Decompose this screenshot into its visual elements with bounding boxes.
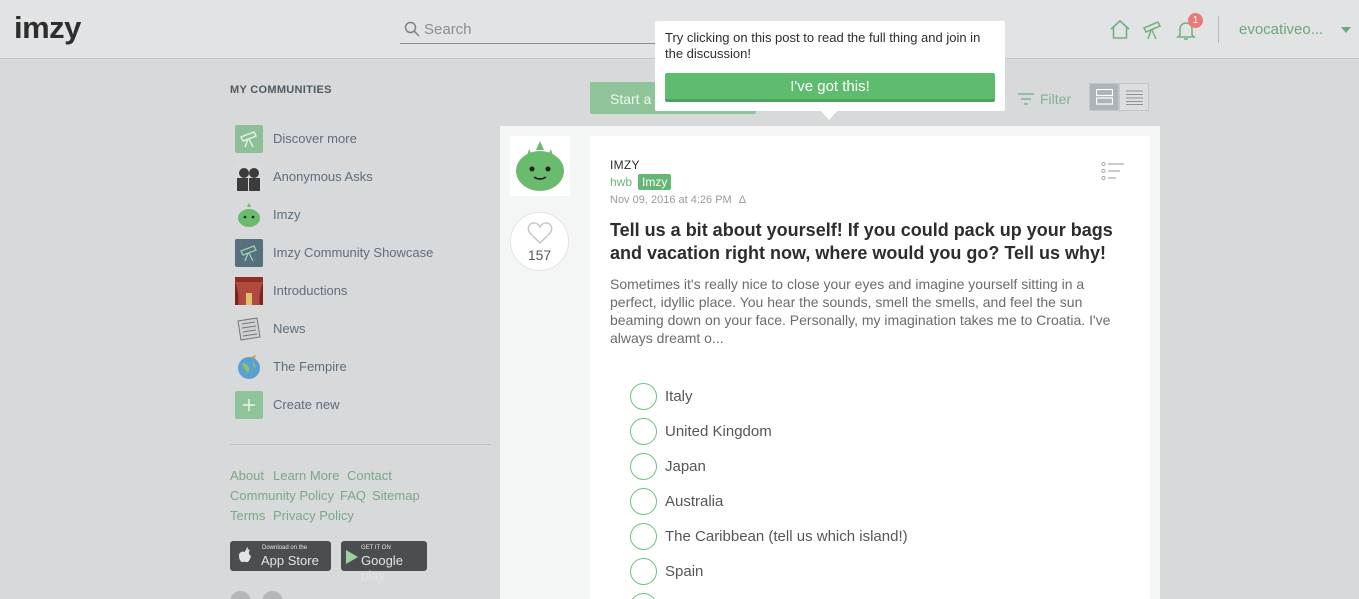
tooltip-text: Try clicking on this post to read the fu… xyxy=(665,30,981,61)
telescope-icon[interactable] xyxy=(1141,18,1165,42)
poll-option-partial[interactable] xyxy=(630,593,1030,599)
app-store-small-text: Download on the xyxy=(262,545,308,551)
privacy-policy-link[interactable]: Privacy Policy xyxy=(273,508,354,523)
filter-button[interactable]: Filter xyxy=(1017,89,1079,109)
play-store-icon xyxy=(346,550,358,564)
app-store-big-text: App Store xyxy=(261,553,319,568)
sidebar-item-introductions[interactable]: Introductions xyxy=(235,277,495,305)
card-view-toggle[interactable] xyxy=(1089,83,1119,111)
post-timestamp: Nov 09, 2016 at 4:26 PM Δ xyxy=(610,194,746,206)
sitemap-link[interactable]: Sitemap xyxy=(372,488,420,503)
search-input[interactable] xyxy=(424,18,654,40)
radio-button[interactable] xyxy=(630,558,657,585)
heart-icon xyxy=(527,222,553,244)
facebook-icon[interactable] xyxy=(230,591,251,599)
radio-button[interactable] xyxy=(630,593,657,599)
poll-option-label: Japan xyxy=(665,458,706,475)
anonymous-figures-icon xyxy=(235,163,263,191)
sidebar-item-news[interactable]: News xyxy=(235,315,495,343)
twitter-icon[interactable] xyxy=(262,591,283,599)
chevron-down-icon[interactable] xyxy=(1341,27,1351,33)
delta-icon: Δ xyxy=(738,194,747,206)
apple-icon xyxy=(239,547,251,563)
poll-option[interactable]: United Kingdom xyxy=(630,418,1030,446)
got-it-button[interactable]: I've got this! xyxy=(665,73,995,102)
sidebar-item-imzy-community-showcase[interactable]: Imzy Community Showcase xyxy=(235,239,495,267)
list-view-toggle[interactable] xyxy=(1119,83,1149,111)
header-divider xyxy=(1218,16,1219,43)
username-menu[interactable]: evocativeo... xyxy=(1239,21,1323,38)
plus-icon xyxy=(235,391,263,419)
imzy-mascot-icon xyxy=(516,141,564,191)
telescope-icon xyxy=(235,125,263,153)
sidebar-item-label: Create new xyxy=(273,397,340,412)
radio-button[interactable] xyxy=(630,383,657,410)
sidebar-item-label: Anonymous Asks xyxy=(273,169,373,184)
community-name[interactable]: IMZY xyxy=(610,158,640,172)
faq-link[interactable]: FAQ xyxy=(340,488,366,503)
my-communities-heading: MY COMMUNITIES xyxy=(230,84,332,96)
post-menu-icon[interactable] xyxy=(1101,161,1125,181)
imzy-logo[interactable]: imzy xyxy=(14,10,81,46)
list-view-icon xyxy=(1126,90,1143,105)
radio-button[interactable] xyxy=(630,418,657,445)
poll-option-label: Australia xyxy=(665,493,724,510)
poll-option[interactable]: Spain xyxy=(630,558,1030,586)
poll-option-label: United Kingdom xyxy=(665,423,772,440)
sidebar-item-label: Imzy xyxy=(273,207,301,222)
sidebar-item-label: Discover more xyxy=(273,131,357,146)
newspaper-icon xyxy=(235,315,263,343)
post-excerpt[interactable]: Sometimes it's really nice to close your… xyxy=(610,275,1130,347)
card-view-icon xyxy=(1096,89,1113,105)
community-avatar[interactable] xyxy=(510,136,570,196)
notification-badge: 1 xyxy=(1188,13,1203,28)
google-play-button[interactable]: GET IT ON Google play xyxy=(341,541,427,583)
community-tag-badge: Imzy xyxy=(638,174,672,190)
sidebar-item-the-fempire[interactable]: The Fempire xyxy=(235,353,495,381)
sidebar-item-label: The Fempire xyxy=(273,359,347,374)
radio-button[interactable] xyxy=(630,523,657,550)
radio-button[interactable] xyxy=(630,453,657,480)
learn-more-link[interactable]: Learn More xyxy=(273,468,339,483)
google-play-small-text: GET IT ON xyxy=(361,545,391,551)
globe-bird-icon xyxy=(235,353,263,381)
like-count: 157 xyxy=(527,247,552,263)
tooltip-arrow xyxy=(820,110,838,120)
sidebar-item-label: News xyxy=(273,321,306,336)
like-button[interactable]: 157 xyxy=(510,212,569,271)
poll-option-label: The Caribbean (tell us which island!) xyxy=(665,528,908,545)
author-name[interactable]: hwb xyxy=(610,175,632,189)
filter-label: Filter xyxy=(1040,91,1072,107)
post-title[interactable]: Tell us a bit about yourself! If you cou… xyxy=(610,219,1130,265)
terms-link[interactable]: Terms xyxy=(230,508,265,523)
sidebar-item-discover-more[interactable]: Discover more xyxy=(235,125,495,153)
about-link[interactable]: About xyxy=(230,468,264,483)
stage-curtain-icon xyxy=(235,277,263,305)
radio-button[interactable] xyxy=(630,488,657,515)
onboarding-tooltip: Try clicking on this post to read the fu… xyxy=(655,21,1005,111)
search-bar[interactable] xyxy=(400,14,662,44)
telescope-icon xyxy=(235,239,263,267)
poll-option[interactable]: Italy xyxy=(630,383,1030,411)
filter-icon xyxy=(1018,93,1034,105)
app-store-button[interactable]: Download on the App Store xyxy=(230,541,331,571)
contact-link[interactable]: Contact xyxy=(347,468,392,483)
poll-option[interactable]: Australia xyxy=(630,488,1030,516)
poll-option-label: Spain xyxy=(665,563,704,580)
sidebar-item-create-new[interactable]: Create new xyxy=(235,391,495,419)
community-policy-link[interactable]: Community Policy xyxy=(230,488,334,503)
poll-option[interactable]: The Caribbean (tell us which island!) xyxy=(630,523,1030,551)
sidebar-item-label: Imzy Community Showcase xyxy=(273,245,434,260)
poll-option[interactable]: Japan xyxy=(630,453,1030,481)
sidebar-item-label: Introductions xyxy=(273,283,348,298)
search-icon xyxy=(404,21,420,37)
imzy-mascot-icon xyxy=(235,201,263,229)
sidebar-item-imzy[interactable]: Imzy xyxy=(235,201,495,229)
sidebar-divider xyxy=(230,444,491,445)
google-play-big-text: Google play xyxy=(361,553,403,583)
sidebar-item-anonymous-asks[interactable]: Anonymous Asks xyxy=(235,163,495,191)
home-icon[interactable] xyxy=(1108,18,1132,42)
poll-option-label: Italy xyxy=(665,388,693,405)
timestamp-text: Nov 09, 2016 at 4:26 PM xyxy=(610,194,732,206)
